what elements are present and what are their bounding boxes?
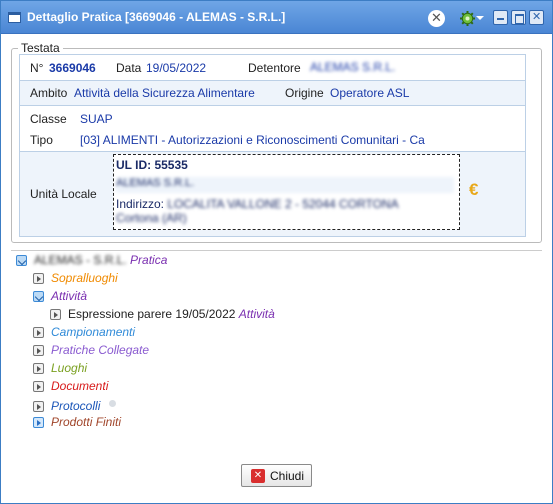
tree-item-label: Campionamenti <box>51 325 136 339</box>
minimize-button[interactable] <box>493 10 508 25</box>
testata-grid: N° 3669046 Data 19/05/2022 Detentore ALE… <box>19 54 526 237</box>
gear-menu-arrow-icon[interactable] <box>476 16 484 20</box>
tree-root-name: ALEMAS - S.R.L. <box>34 253 127 267</box>
row-classe-tipo: Classe SUAP Tipo [03] ALIMENTI - Autoriz… <box>20 106 525 152</box>
detentore-value: ALEMAS S.R.L. <box>310 60 396 74</box>
detentore-label: Detentore <box>248 61 301 75</box>
collapsed-node-icon[interactable] <box>33 401 44 412</box>
expanded-node-icon[interactable] <box>33 291 44 302</box>
gear-icon[interactable] <box>459 10 476 27</box>
window-title: Dettaglio Pratica [3669046 - ALEMAS - S.… <box>27 10 286 24</box>
tipo-label: Tipo <box>30 133 53 147</box>
chiudi-button[interactable]: ✕ Chiudi <box>241 464 312 487</box>
title-bar[interactable]: Dettaglio Pratica [3669046 - ALEMAS - S.… <box>1 1 552 34</box>
ul-name: ALEMAS S.R.L. <box>116 177 454 193</box>
ul-indirizzo: Indirizzo: LOCALITA VALLONE 2 - 52044 CO… <box>116 197 399 211</box>
tree-root-type: Pratica <box>130 253 168 267</box>
collapsed-node-icon[interactable] <box>50 309 61 320</box>
classe-value: SUAP <box>80 112 113 126</box>
tree-item-label: Luoghi <box>51 361 88 375</box>
expanded-node-icon[interactable] <box>16 255 27 266</box>
data-value: 19/05/2022 <box>146 61 207 75</box>
tree-item-label: Attività <box>51 289 88 303</box>
collapsed-node-icon[interactable] <box>33 417 44 428</box>
tipo-value: [03] ALIMENTI - Autorizzazioni e Riconos… <box>80 133 425 147</box>
row-numero: N° 3669046 Data 19/05/2022 Detentore ALE… <box>20 55 525 81</box>
ambito-label: Ambito <box>30 86 68 100</box>
ul-indirizzo-value: LOCALITA VALLONE 2 - 52044 CORTONA <box>167 197 399 211</box>
tree-child-label: Espressione parere 19/05/2022 Attività <box>68 307 275 321</box>
tree-child-name: Espressione parere 19/05/2022 <box>68 307 236 321</box>
tree-item-label: Prodotti Finiti <box>51 415 122 429</box>
row-unita-locale: Unità Locale UL ID: 55535 ALEMAS S.R.L. … <box>20 152 525 236</box>
ul-id: UL ID: 55535 <box>116 158 188 172</box>
classe-label: Classe <box>30 112 67 126</box>
numero-value: 3669046 <box>49 61 96 75</box>
tree-item-label: Pratiche Collegate <box>51 343 150 357</box>
collapsed-node-icon[interactable] <box>33 273 44 284</box>
tree-child-type: Attività <box>238 307 275 321</box>
origine-label: Origine <box>285 86 324 100</box>
row-ambito: Ambito Attività della Sicurezza Alimenta… <box>20 81 525 106</box>
close-button[interactable] <box>529 10 544 25</box>
ul-comune: Cortona (AR) <box>116 211 187 225</box>
numero-label: N° <box>30 61 44 75</box>
collapsed-node-icon[interactable] <box>33 381 44 392</box>
close-circle-icon[interactable]: ✕ <box>428 10 445 27</box>
tree-item-label: Documenti <box>51 379 109 393</box>
collapsed-node-icon[interactable] <box>33 345 44 356</box>
ambito-value: Attività della Sicurezza Alimentare <box>74 86 255 100</box>
testata-legend: Testata <box>21 41 60 55</box>
loading-dot-icon <box>109 400 116 407</box>
origine-value: Operatore ASL <box>330 86 410 100</box>
tree-root-label: ALEMAS - S.R.L. Pratica <box>34 253 167 267</box>
data-label: Data <box>116 61 142 75</box>
close-x-icon: ✕ <box>251 469 265 483</box>
unita-locale-label: Unità Locale <box>30 187 97 201</box>
euro-icon[interactable]: € <box>469 180 478 200</box>
maximize-button[interactable] <box>511 10 526 25</box>
tree-item-label: Protocolli <box>51 399 101 413</box>
ul-indirizzo-label: Indirizzo: <box>116 197 165 211</box>
chiudi-label: Chiudi <box>270 469 305 483</box>
tree-item-label: Sopralluoghi <box>51 271 118 285</box>
collapsed-node-icon[interactable] <box>33 363 44 374</box>
dettaglio-pratica-window: Dettaglio Pratica [3669046 - ALEMAS - S.… <box>0 0 553 504</box>
window-icon <box>8 12 21 23</box>
collapsed-node-icon[interactable] <box>33 327 44 338</box>
unita-locale-box[interactable]: UL ID: 55535 ALEMAS S.R.L. Indirizzo: LO… <box>113 154 460 230</box>
section-divider <box>11 250 542 251</box>
